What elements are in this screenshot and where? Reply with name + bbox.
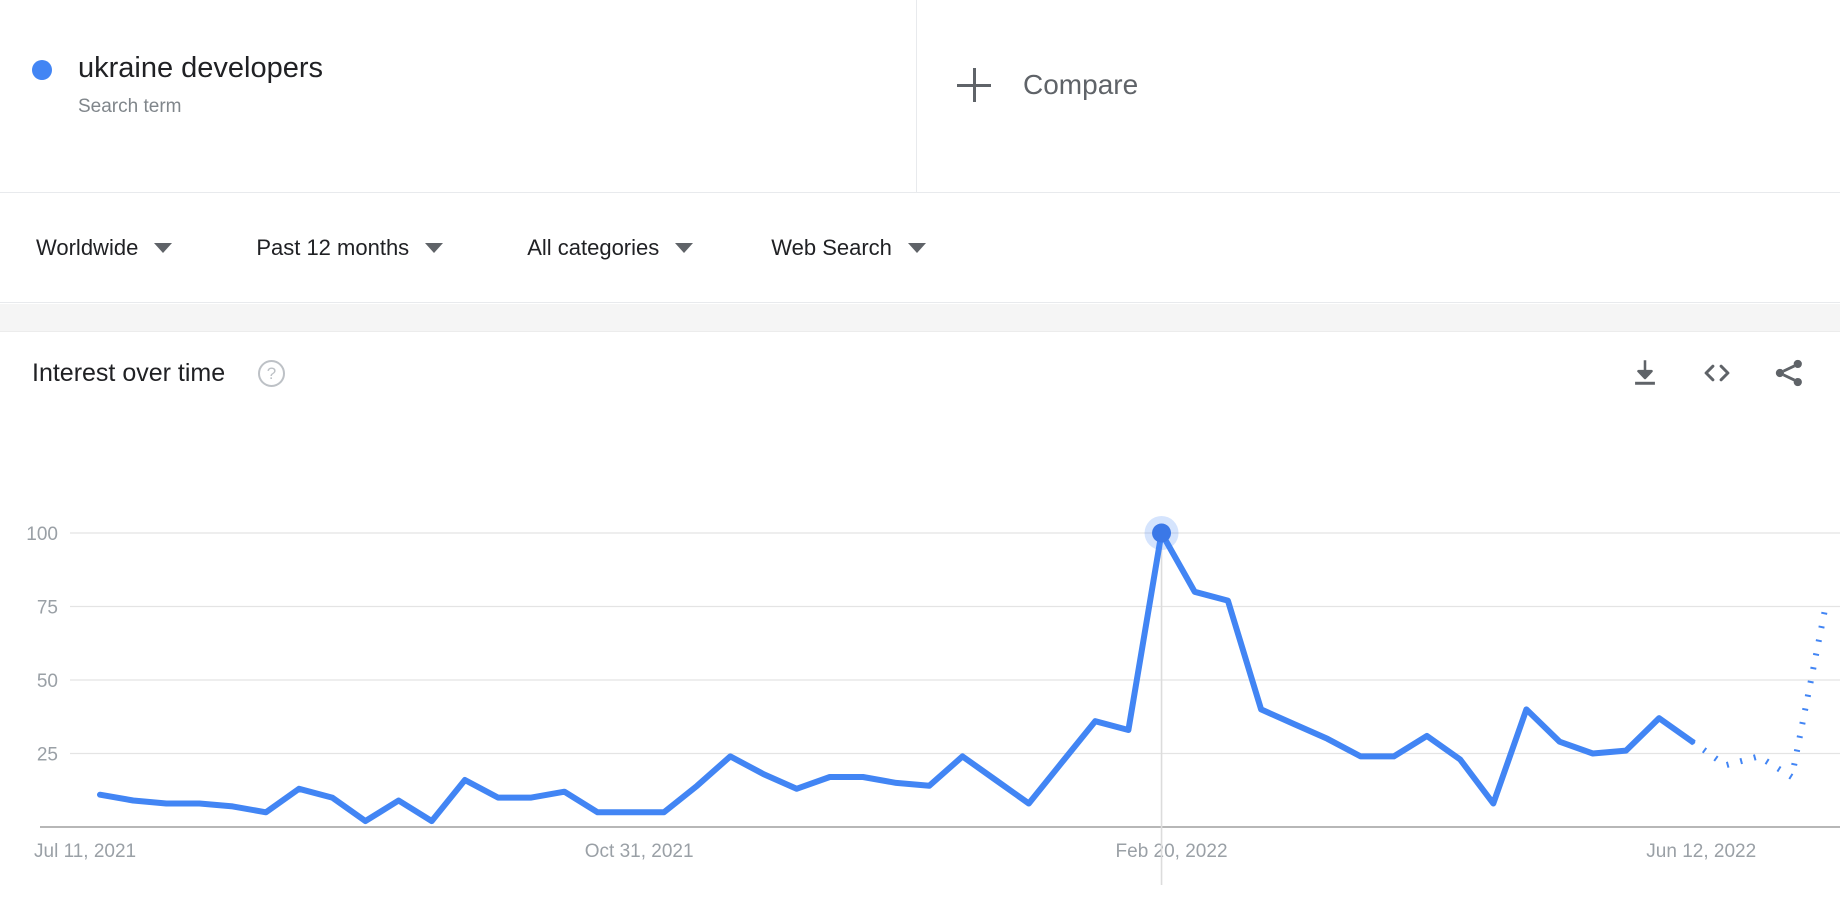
interest-over-time-card: Interest over time ? 100 75 50 25 Jul 11…: [0, 332, 1840, 912]
page-title: Interest over time: [32, 359, 226, 387]
search-type-filter-label: Web Search: [771, 234, 892, 260]
x-axis-tick-label: Jun 12, 2022: [1646, 841, 1756, 862]
location-filter[interactable]: Worldwide: [36, 193, 173, 303]
chevron-down-icon: [425, 242, 444, 253]
x-axis-labels: Jul 11, 2021 Oct 31, 2021 Feb 20, 2022 Jun …: [34, 841, 1756, 862]
search-term-title: ukraine developers: [78, 52, 324, 84]
search-term-card[interactable]: ukraine developers Search term: [0, 0, 917, 192]
share-icon[interactable]: [1772, 356, 1806, 390]
category-filter[interactable]: All categories: [527, 193, 694, 303]
embed-icon[interactable]: [1700, 356, 1734, 390]
search-term-texts: ukraine developers Search term: [78, 50, 323, 121]
download-icon[interactable]: [1628, 356, 1662, 390]
search-term-bar: ukraine developers Search term Compare: [0, 0, 1840, 193]
y-axis-labels: 100 75 50 25: [26, 524, 58, 766]
y-axis-tick-label: 75: [37, 598, 58, 619]
series-line-ukraine-developers: [97, 530, 1696, 825]
card-header: Interest over time ?: [0, 332, 1840, 416]
chart-plot-area[interactable]: 100 75 50 25 Jul 11, 2021 Oct 31, 2021 Feb 20…: [0, 416, 1840, 912]
chevron-down-icon: [675, 242, 694, 253]
x-axis-tick-label: Jul 11, 2021: [34, 841, 136, 862]
time-range-filter[interactable]: Past 12 months: [256, 193, 444, 303]
time-range-filter-label: Past 12 months: [256, 234, 410, 260]
location-filter-label: Worldwide: [36, 234, 139, 260]
y-gridlines: [70, 532, 1840, 755]
x-axis-tick-label: Oct 31, 2021: [585, 841, 694, 862]
search-type-filter[interactable]: Web Search: [771, 193, 926, 303]
chevron-down-icon: [907, 242, 926, 253]
add-comparison-button[interactable]: Compare: [957, 68, 1138, 102]
category-filter-label: All categories: [527, 234, 660, 260]
chevron-down-icon: [154, 242, 173, 253]
compare-label: Compare: [1023, 69, 1139, 100]
filter-bar: Worldwide Past 12 months All categories …: [0, 193, 1840, 303]
search-term-type: Search term: [78, 96, 182, 117]
interest-over-time-chart[interactable]: 100 75 50 25 Jul 11, 2021 Oct 31, 2021 Feb 20…: [0, 416, 1840, 912]
y-axis-tick-label: 50: [37, 671, 58, 692]
peak-marker-dot[interactable]: [1152, 523, 1172, 543]
google-trends-page: ukraine developers Search term Compare W…: [0, 0, 1840, 912]
help-icon[interactable]: ?: [258, 360, 285, 387]
y-axis-tick-label: 100: [26, 524, 58, 545]
x-axis-tick-label: Feb 20, 2022: [1116, 841, 1228, 862]
search-term-content: ukraine developers Search term: [32, 50, 323, 121]
y-axis-tick-label: 25: [37, 745, 58, 766]
plus-icon: [957, 68, 991, 102]
card-actions: [1628, 356, 1806, 390]
section-separator: [0, 304, 1840, 332]
compare-card[interactable]: Compare: [917, 0, 1840, 192]
series-line-partial-data: [1690, 608, 1828, 780]
series-color-dot-icon: [32, 60, 52, 80]
